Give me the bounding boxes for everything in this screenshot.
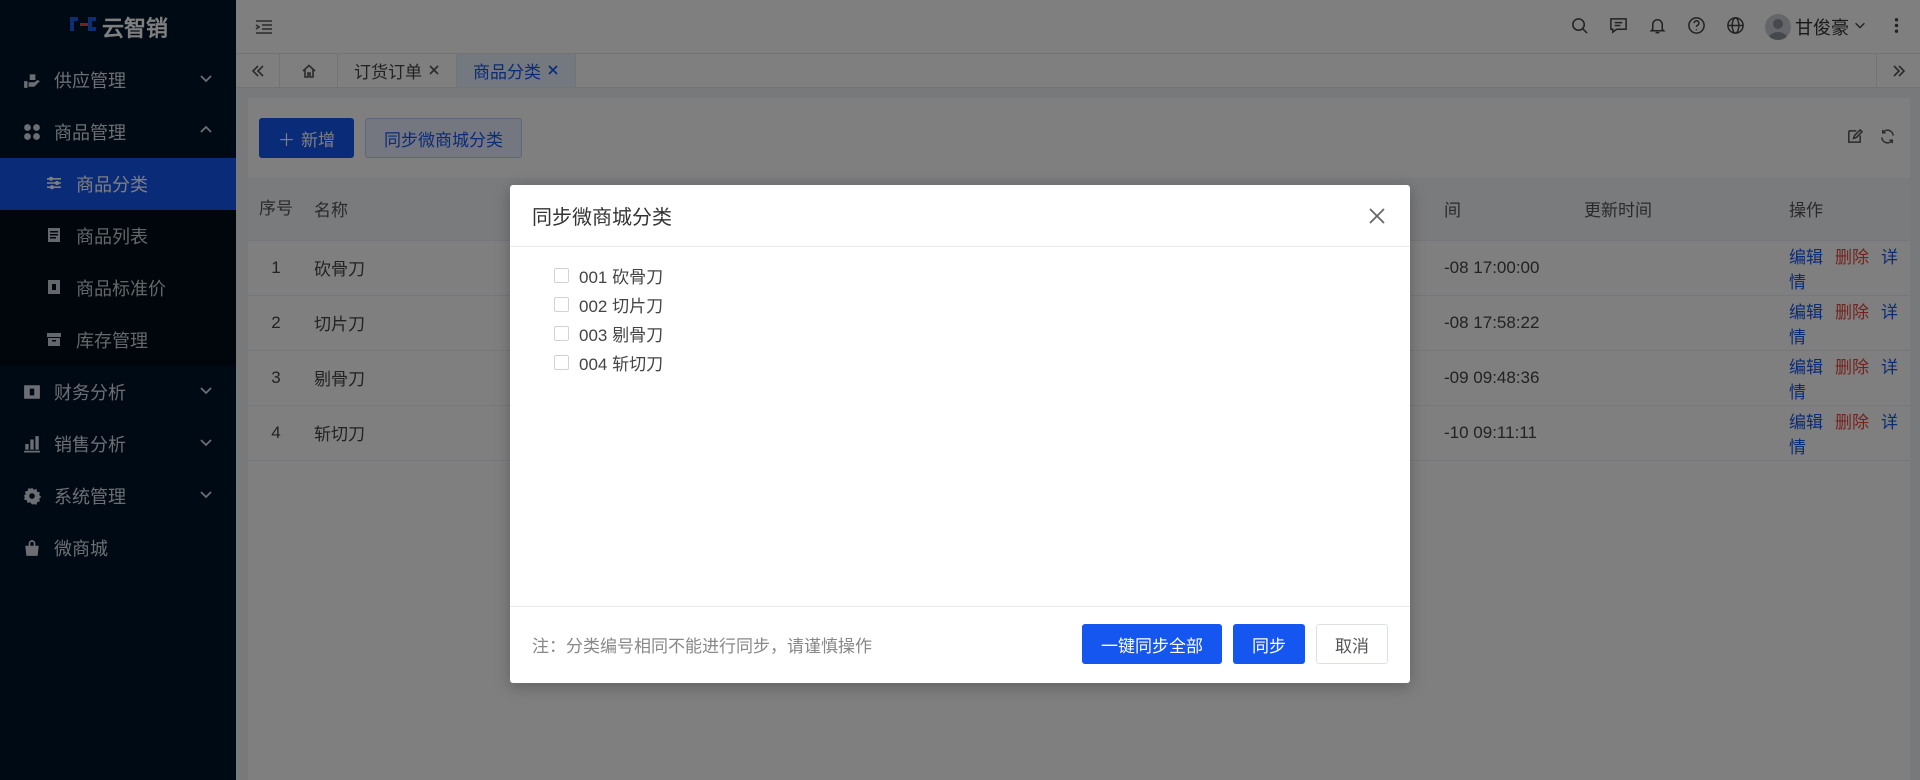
cancel-button[interactable]: 取消	[1316, 624, 1388, 664]
tree-node-label: 002 切片刀	[579, 297, 664, 316]
tree-node[interactable]: 001 砍骨刀	[554, 261, 1410, 290]
dialog-title: 同步微商城分类	[532, 207, 672, 229]
sync-button[interactable]: 同步	[1233, 624, 1305, 664]
checkbox[interactable]	[554, 355, 569, 370]
category-tree: 001 砍骨刀 002 切片刀 003 剔骨刀 004 斩切刀	[510, 247, 1410, 607]
dialog-footer: 注：分类编号相同不能进行同步，请谨慎操作 一键同步全部 同步 取消	[510, 607, 1410, 681]
tree-node-label: 001 砍骨刀	[579, 268, 664, 287]
tree-node[interactable]: 002 切片刀	[554, 290, 1410, 319]
tree-node-label: 004 斩切刀	[579, 355, 664, 374]
tree-node[interactable]: 003 剔骨刀	[554, 319, 1410, 348]
checkbox[interactable]	[554, 297, 569, 312]
sync-note: 注：分类编号相同不能进行同步，请谨慎操作	[532, 636, 872, 656]
checkbox[interactable]	[554, 326, 569, 341]
close-icon[interactable]	[1366, 205, 1388, 227]
tree-node-label: 003 剔骨刀	[579, 326, 664, 345]
dialog-header: 同步微商城分类	[510, 185, 1410, 247]
sync-all-button[interactable]: 一键同步全部	[1082, 624, 1222, 664]
checkbox[interactable]	[554, 268, 569, 283]
sync-category-dialog: 同步微商城分类 001 砍骨刀 002 切片刀 003 剔骨刀 004 斩切刀 …	[510, 185, 1410, 683]
tree-node[interactable]: 004 斩切刀	[554, 348, 1410, 377]
dialog-buttons: 一键同步全部 同步 取消	[1082, 624, 1388, 664]
